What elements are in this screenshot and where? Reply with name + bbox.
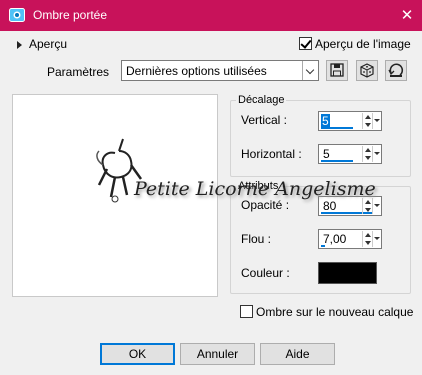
couleur-swatch[interactable] (318, 262, 377, 284)
chevron-down-icon[interactable] (302, 61, 318, 80)
opacite-stepper[interactable]: 80 (318, 196, 382, 216)
new-layer-shadow-checkbox[interactable] (240, 305, 253, 318)
spin-arrows-icon[interactable] (362, 198, 372, 214)
image-preview-label[interactable]: Aperçu de l'image (315, 37, 411, 51)
dropdown-icon[interactable] (372, 198, 380, 214)
reset-icon (388, 63, 404, 77)
save-icon (330, 63, 344, 77)
dropdown-icon[interactable] (372, 231, 380, 247)
spin-arrows-icon[interactable] (362, 146, 372, 162)
horizontal-value[interactable]: 5 (323, 147, 330, 161)
new-layer-shadow-label[interactable]: Ombre sur le nouveau calque (256, 305, 413, 319)
vertical-value[interactable]: 5 (321, 114, 330, 128)
flou-label: Flou : (241, 232, 272, 246)
attributs-group-label: Attributs (236, 180, 281, 192)
parametres-label: Paramètres (47, 65, 110, 79)
vertical-label: Vertical : (241, 113, 288, 127)
preset-select[interactable]: Dernières options utilisées (121, 60, 319, 81)
expand-arrow-icon[interactable] (17, 41, 22, 49)
close-icon: ✕ (400, 7, 414, 24)
title-bar: Ombre portée ✕ (0, 0, 422, 31)
dropdown-icon[interactable] (372, 146, 380, 162)
annuler-button[interactable]: Annuler (180, 343, 255, 365)
window-title: Ombre portée (33, 8, 108, 22)
decalage-group-label: Décalage (236, 94, 287, 106)
vertical-stepper[interactable]: 5 (318, 111, 382, 131)
apercu-label[interactable]: Aperçu (29, 37, 67, 51)
close-button[interactable]: ✕ (392, 0, 422, 31)
opacite-label: Opacité : (241, 198, 290, 212)
horizontal-label: Horizontal : (241, 147, 302, 161)
spin-arrows-icon[interactable] (362, 231, 372, 247)
randomize-button[interactable] (356, 60, 378, 81)
horizontal-stepper[interactable]: 5 (318, 144, 382, 164)
save-preset-button[interactable] (326, 60, 348, 81)
opacite-value[interactable]: 80 (323, 199, 336, 213)
flou-slider-bar[interactable] (321, 245, 325, 247)
dice-icon (360, 63, 374, 78)
vertical-slider-bar[interactable] (321, 127, 353, 129)
image-preview-checkbox[interactable] (299, 37, 312, 50)
ok-button[interactable]: OK (100, 343, 175, 365)
preset-select-value: Dernières options utilisées (126, 64, 267, 78)
couleur-label: Couleur : (241, 266, 290, 280)
aide-button[interactable]: Aide (260, 343, 335, 365)
reset-button[interactable] (385, 60, 407, 81)
dropdown-icon[interactable] (372, 113, 380, 129)
spin-arrows-icon[interactable] (362, 113, 372, 129)
flou-stepper[interactable]: 7,00 (318, 229, 382, 249)
preview-area[interactable] (12, 94, 218, 297)
flou-value[interactable]: 7,00 (323, 232, 346, 246)
app-icon (9, 8, 25, 22)
horizontal-slider-bar[interactable] (321, 160, 353, 162)
